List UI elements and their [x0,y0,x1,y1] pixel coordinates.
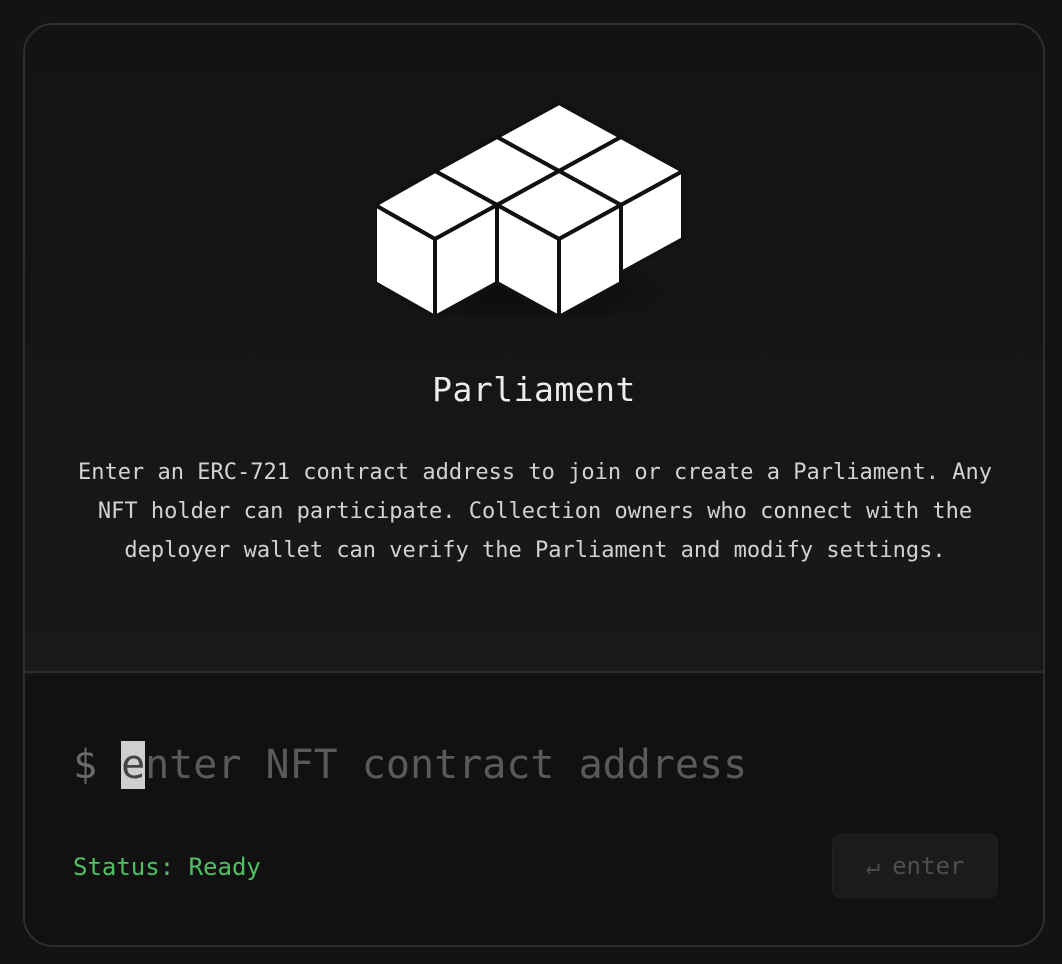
parliament-card: Parliament Enter an ERC-721 contract add… [23,23,1045,947]
text-cursor: e [121,741,146,789]
input-placeholder: nter NFT contract address [145,742,748,788]
input-section: $ e nter NFT contract address Status: Re… [25,675,1043,945]
status-text: Status: Ready [73,853,261,881]
enter-button[interactable]: ↵ enter [832,834,998,898]
prompt-sign: $ [73,742,98,788]
return-icon: ↵ [865,852,881,880]
contract-address-input[interactable]: $ e nter NFT contract address [73,739,747,791]
header-section: Parliament Enter an ERC-721 contract add… [25,25,1043,673]
page-title: Parliament [432,370,636,409]
cubes-logo-icon [375,101,685,317]
page-description: Enter an ERC-721 contract address to joi… [78,460,992,563]
enter-button-label: enter [892,852,965,880]
